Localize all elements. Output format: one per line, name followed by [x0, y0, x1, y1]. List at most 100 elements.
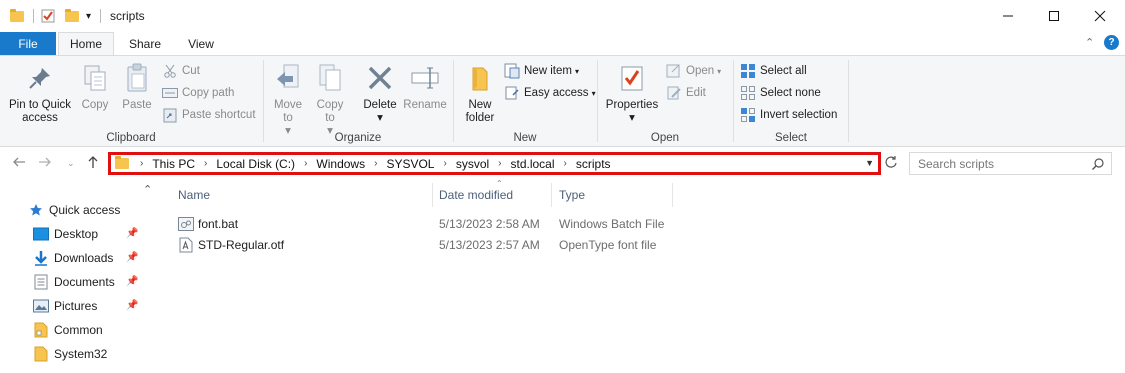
- new-folder-quick-icon[interactable]: [65, 8, 79, 24]
- pin-icon[interactable]: 📌: [126, 276, 138, 287]
- breadcrumb-this-pc[interactable]: This PC: [152, 157, 195, 171]
- column-header-type[interactable]: Type: [559, 181, 585, 209]
- table-row[interactable]: font.bat 5/13/2023 2:58 AM Windows Batch…: [160, 213, 680, 234]
- window-title: scripts: [110, 9, 145, 23]
- maximize-button[interactable]: [1031, 0, 1077, 32]
- rename-label: Rename: [403, 99, 447, 111]
- file-name-cell: font.bat: [178, 213, 238, 234]
- new-group-label: New: [513, 132, 537, 144]
- easy-access-label: Easy access: [524, 87, 589, 99]
- table-row[interactable]: STD-Regular.otf 5/13/2023 2:57 AM OpenTy…: [160, 234, 680, 255]
- chevron-right-icon[interactable]: ›: [304, 158, 307, 169]
- chevron-right-icon[interactable]: ›: [140, 158, 143, 169]
- pin-to-quick-access-button[interactable]: Pin to Quick access: [6, 62, 74, 125]
- folder-icon: [33, 322, 49, 338]
- divider: [100, 9, 101, 23]
- chevron-right-icon[interactable]: ›: [498, 158, 501, 169]
- copy-to-icon: [314, 62, 346, 94]
- properties-button[interactable]: Properties ▾: [604, 62, 660, 125]
- nav-item-system32[interactable]: System32: [33, 343, 107, 365]
- address-bar[interactable]: › This PC › Local Disk (C:) › Windows › …: [108, 152, 881, 175]
- cut-button[interactable]: Cut: [162, 62, 200, 80]
- nav-item-pictures[interactable]: Pictures: [33, 295, 97, 317]
- customize-quick-access-icon[interactable]: ▾: [86, 8, 91, 24]
- batch-file-icon: [178, 216, 194, 232]
- column-divider[interactable]: [672, 183, 673, 207]
- breadcrumb-local-disk[interactable]: Local Disk (C:): [216, 157, 295, 171]
- column-header-date-modified[interactable]: Date modified: [439, 181, 513, 209]
- refresh-button[interactable]: [884, 155, 900, 171]
- search-icon[interactable]: [1091, 157, 1105, 174]
- properties-quick-icon[interactable]: [41, 8, 55, 24]
- scroll-up-icon[interactable]: ⌃: [143, 183, 152, 196]
- open-button[interactable]: Open ▾: [666, 62, 721, 80]
- pin-icon[interactable]: 📌: [126, 252, 138, 263]
- new-item-label: New item: [524, 65, 572, 77]
- invert-selection-button[interactable]: Invert selection: [740, 106, 837, 124]
- chevron-right-icon[interactable]: ›: [564, 158, 567, 169]
- properties-label: Properties ▾: [605, 99, 659, 124]
- copy-button[interactable]: Copy: [78, 62, 112, 112]
- nav-scrollbar[interactable]: [141, 205, 155, 373]
- tab-home[interactable]: Home: [58, 32, 114, 55]
- minimize-button[interactable]: [985, 0, 1031, 32]
- back-button[interactable]: [12, 155, 26, 172]
- tab-share[interactable]: Share: [120, 32, 170, 55]
- delete-x-icon: [364, 62, 396, 94]
- breadcrumb-sysvol-upper[interactable]: SYSVOL: [386, 157, 434, 171]
- breadcrumb-scripts[interactable]: scripts: [576, 157, 611, 171]
- collapse-ribbon-icon[interactable]: ⌃: [1085, 36, 1094, 49]
- tab-view[interactable]: View: [176, 32, 226, 55]
- chevron-right-icon[interactable]: ›: [374, 158, 377, 169]
- divider: [33, 9, 34, 23]
- copy-path-button[interactable]: Copy path: [162, 84, 234, 102]
- nav-item-documents[interactable]: Documents: [33, 271, 115, 293]
- paste-shortcut-button[interactable]: Paste shortcut: [162, 106, 256, 124]
- nav-item-common[interactable]: Common: [33, 319, 103, 341]
- address-dropdown-icon[interactable]: ▼: [865, 158, 874, 168]
- pin-icon[interactable]: 📌: [126, 228, 138, 239]
- paste-shortcut-label: Paste shortcut: [182, 109, 256, 121]
- recent-locations-button[interactable]: ⌄: [67, 158, 75, 169]
- new-folder-button[interactable]: New folder: [460, 62, 500, 125]
- select-all-button[interactable]: Select all: [740, 62, 807, 80]
- organize-group-label: Organize: [334, 132, 382, 144]
- ribbon-tabs: File Home Share View ⌃ ?: [0, 32, 1125, 55]
- new-item-button[interactable]: New item ▾: [504, 62, 579, 80]
- tab-file[interactable]: File: [0, 32, 56, 55]
- column-divider[interactable]: [432, 183, 433, 207]
- nav-label: Common: [54, 323, 103, 337]
- column-header-name[interactable]: Name: [178, 181, 210, 209]
- chevron-right-icon[interactable]: ›: [443, 158, 446, 169]
- forward-button[interactable]: [38, 155, 52, 172]
- close-button[interactable]: [1077, 0, 1123, 32]
- column-divider[interactable]: [551, 183, 552, 207]
- help-icon[interactable]: ?: [1104, 35, 1119, 50]
- file-date: 5/13/2023 2:58 AM: [439, 216, 540, 231]
- copy-to-button[interactable]: Copy to ▾: [312, 62, 348, 138]
- move-to-button[interactable]: Move to ▾: [270, 62, 306, 138]
- nav-item-downloads[interactable]: Downloads: [33, 247, 113, 269]
- group-divider: [848, 60, 849, 142]
- breadcrumb-sysvol[interactable]: sysvol: [456, 157, 489, 171]
- search-input[interactable]: Search scripts: [909, 152, 1112, 175]
- search-placeholder: Search scripts: [918, 156, 995, 171]
- select-all-label: Select all: [760, 65, 807, 77]
- delete-button[interactable]: Delete ▾: [360, 62, 400, 125]
- nav-label: System32: [54, 347, 108, 361]
- up-button[interactable]: [86, 155, 100, 172]
- nav-item-quick-access[interactable]: Quick access: [28, 199, 120, 221]
- edit-icon: [666, 85, 682, 101]
- file-name-cell: STD-Regular.otf: [178, 234, 284, 255]
- paste-button[interactable]: Paste: [118, 62, 156, 112]
- select-none-button[interactable]: Select none: [740, 84, 821, 102]
- pin-icon[interactable]: 📌: [126, 300, 138, 311]
- edit-button[interactable]: Edit: [666, 84, 706, 102]
- chevron-right-icon[interactable]: ›: [204, 158, 207, 169]
- nav-item-desktop[interactable]: Desktop: [33, 223, 98, 245]
- breadcrumb-windows[interactable]: Windows: [316, 157, 365, 171]
- breadcrumb-std-local[interactable]: std.local: [511, 157, 555, 171]
- easy-access-button[interactable]: Easy access ▾: [504, 84, 596, 102]
- copy-icon: [79, 62, 111, 94]
- rename-button[interactable]: Rename: [402, 62, 448, 112]
